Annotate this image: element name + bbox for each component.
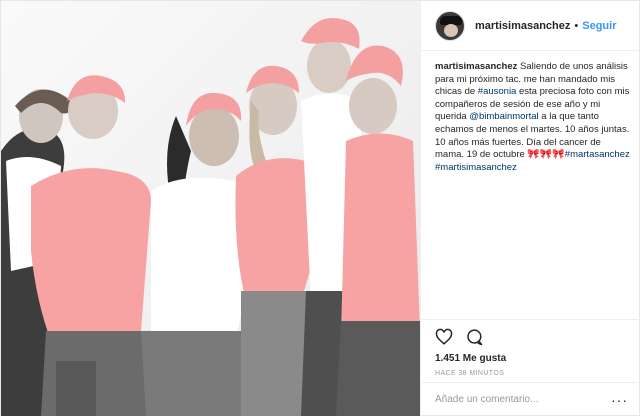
post-timestamp[interactable]: HACE 38 MINUTOS — [435, 370, 504, 377]
post-caption: martisimasanchez Saliendo de unos anális… — [435, 61, 630, 174]
post-photo[interactable] — [1, 1, 420, 416]
post-header: martisimasanchez • Seguir — [421, 1, 640, 51]
header-username[interactable]: martisimasanchez — [475, 20, 570, 32]
avatar-face — [444, 23, 458, 37]
more-options-icon[interactable]: ··· — [611, 393, 628, 407]
action-icons — [435, 328, 483, 346]
post-sidebar: martisimasanchez • Seguir martisimasanch… — [420, 1, 640, 416]
header-separator: • — [574, 19, 579, 32]
post-actions: 1.451 Me gusta HACE 38 MINUTOS ··· — [421, 319, 640, 415]
comment-bubble-icon[interactable] — [465, 328, 483, 346]
avatar[interactable] — [435, 10, 465, 41]
heart-outline-icon[interactable] — [435, 328, 453, 346]
hashtag-ausonia[interactable]: #ausonia — [478, 86, 517, 97]
group-photo-illustration — [1, 1, 420, 416]
hashtag-martisimasanchez[interactable]: #martisimasanchez — [435, 162, 517, 173]
ribbon-emojis: 🎀🎀🎀 — [527, 149, 565, 161]
follow-button[interactable]: Seguir — [582, 20, 616, 32]
caption-username[interactable]: martisimasanchez — [435, 61, 517, 72]
hashtag-martasanchez[interactable]: #martasanchez — [565, 149, 630, 160]
instagram-post: martisimasanchez • Seguir martisimasanch… — [0, 0, 640, 416]
comment-box: ··· — [421, 382, 640, 416]
mention-bimbainmortal[interactable]: @bimbainmortal — [469, 111, 538, 122]
likes-count[interactable]: 1.451 Me gusta — [435, 353, 506, 364]
comment-input[interactable] — [435, 394, 611, 405]
